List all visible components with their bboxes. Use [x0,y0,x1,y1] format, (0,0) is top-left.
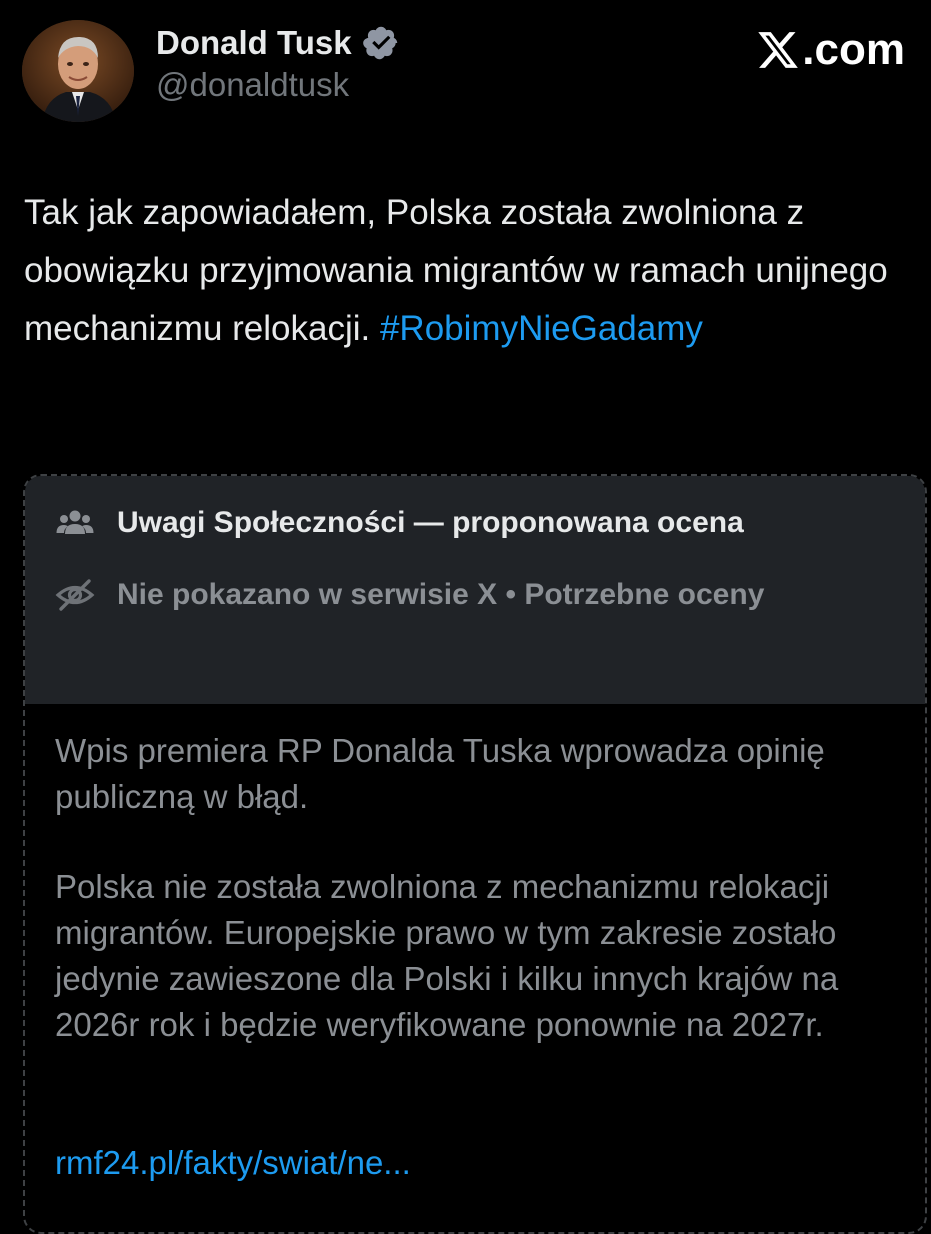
community-note-title-row: Uwagi Społeczności — proponowana ocena [55,500,744,546]
community-note-status: Nie pokazano w serwisie X • Potrzebne oc… [117,578,765,611]
source-watermark: .com [756,22,905,78]
display-name[interactable]: Donald Tusk [156,24,352,62]
hashtag-link[interactable]: #RobimyNieGadamy [380,309,703,348]
tweet-text: Tak jak zapowiadałem, Polska została zwo… [24,184,904,358]
author-name-row: Donald Tusk [156,20,400,66]
verified-badge-icon [362,26,397,60]
handle[interactable]: @donaldtusk [156,66,349,104]
avatar[interactable] [22,20,134,122]
source-label: .com [802,25,905,74]
community-note-header: Uwagi Społeczności — proponowana ocena N… [25,476,925,704]
community-note-card[interactable]: Uwagi Społeczności — proponowana ocena N… [23,474,927,1234]
community-note-status-row: Nie pokazano w serwisie X • Potrzebne oc… [55,572,764,618]
community-note-paragraph: Polska nie została zwolniona z mechanizm… [55,868,839,1043]
community-note-title: Uwagi Społeczności — proponowana ocena [117,506,744,539]
community-note-paragraph: Wpis premiera RP Donalda Tuska wprowadza… [55,732,825,815]
x-logo-icon [758,32,799,68]
community-note-body: Wpis premiera RP Donalda Tuska wprowadza… [55,728,905,1048]
community-people-icon [56,510,94,534]
eye-off-icon [55,579,95,611]
community-note-source-link[interactable]: rmf24.pl/fakty/swiat/ne... [55,1140,411,1186]
avatar-photo [22,20,134,122]
